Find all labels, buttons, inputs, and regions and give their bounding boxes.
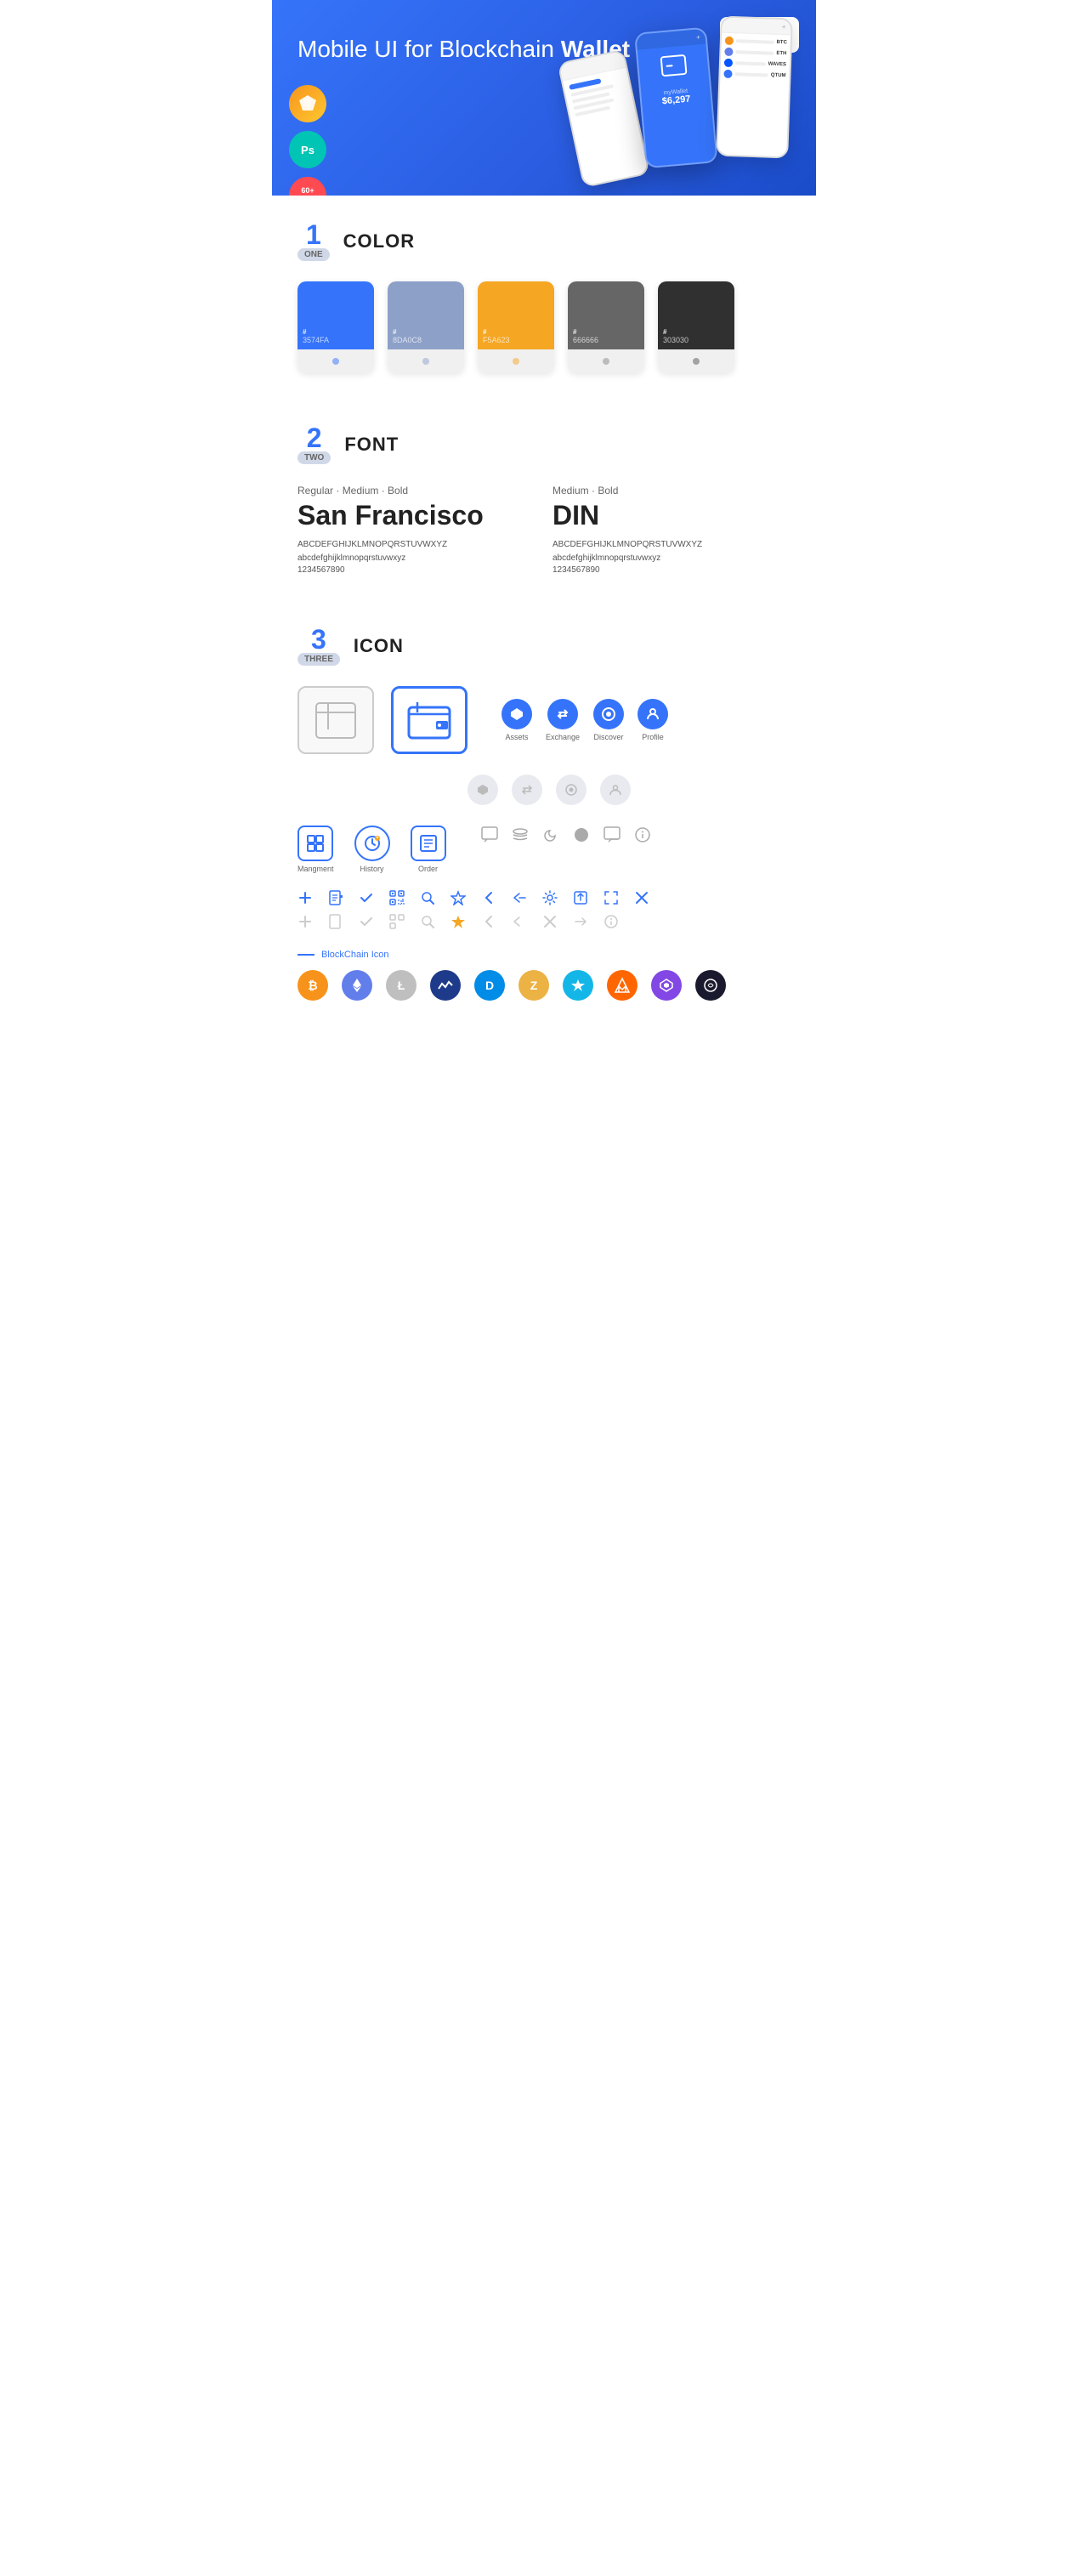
phone-1 xyxy=(558,49,650,188)
icon-section-header: 3 THREE ICON xyxy=(298,626,790,666)
zcash-icon: Z xyxy=(518,970,549,1001)
info-icon xyxy=(633,826,652,844)
waves-icon xyxy=(430,970,461,1001)
exchange-icon-gray xyxy=(512,775,542,805)
star-filled-icon xyxy=(450,914,466,929)
assets-icon-gray xyxy=(468,775,498,805)
stellar-icon xyxy=(563,970,593,1001)
document-icon xyxy=(328,890,343,905)
profile-icon xyxy=(638,699,668,729)
info-icon-gray xyxy=(604,914,619,929)
qr-icon-gray xyxy=(389,914,405,929)
layers-icon xyxy=(511,826,530,844)
screens-count-badge: 60+Screens xyxy=(289,177,326,196)
font-din: Medium · Bold DIN ABCDEFGHIJKLMNOPQRSTUV… xyxy=(552,485,790,575)
wallet-icon-filled xyxy=(391,686,468,754)
bitcoin-icon: ₿ xyxy=(298,970,328,1001)
chevron-left-icon-gray xyxy=(481,914,496,929)
nav-management: Mangment xyxy=(298,826,334,873)
bottom-nav-icons: Mangment History Order xyxy=(298,826,790,873)
document-icon-gray xyxy=(328,914,343,929)
share-icon xyxy=(512,890,527,905)
tool-icons-gray xyxy=(298,914,790,929)
discover-icon xyxy=(593,699,624,729)
sketch-icon xyxy=(289,85,326,122)
resize-icon xyxy=(604,890,619,905)
tool-badges: Ps 60+Screens xyxy=(289,85,326,196)
color-swatch-blue: # 3574FA xyxy=(298,281,374,373)
profile-icon-gray xyxy=(600,775,631,805)
hero-section: Mobile UI for Blockchain Wallet UI Kit P… xyxy=(272,0,816,196)
history-icon xyxy=(354,826,390,861)
exchange-icon xyxy=(547,699,578,729)
litecoin-icon: Ł xyxy=(386,970,416,1001)
font-section-num: 2 TWO xyxy=(298,424,331,464)
upload-icon xyxy=(573,890,588,905)
phone-mockups: + myWallet $6,297 + BTC xyxy=(564,17,790,157)
phone-3: + BTC ETH WAVES xyxy=(716,16,793,159)
color-swatches: # 3574FA # 8DA0C8 # F5A623 # 666666 xyxy=(298,281,790,373)
blockchain-label: BlockChain Icon xyxy=(298,950,790,960)
wallet-icon-row: Assets Exchange Discover P xyxy=(298,686,790,754)
crypto-icons: ₿ Ł D Z xyxy=(298,970,790,1001)
close-x-icon-gray xyxy=(542,914,558,929)
color-swatch-gray-blue: # 8DA0C8 xyxy=(388,281,464,373)
color-swatch-orange: # F5A623 xyxy=(478,281,554,373)
font-grid: Regular · Medium · Bold San Francisco AB… xyxy=(298,485,790,575)
color-swatch-dark: # 303030 xyxy=(658,281,734,373)
discover-icon-gray xyxy=(556,775,586,805)
chat-icon xyxy=(480,826,499,844)
settings-icon xyxy=(542,890,558,905)
star-icon xyxy=(450,890,466,905)
nav-icons-gray xyxy=(468,775,790,805)
check-icon xyxy=(359,890,374,905)
generic-coin-icon xyxy=(695,970,726,1001)
monero-icon xyxy=(607,970,638,1001)
search-icon xyxy=(420,890,435,905)
night-icon xyxy=(541,826,560,844)
chevron-left-icon xyxy=(481,890,496,905)
nav-profile: Profile xyxy=(638,699,668,741)
font-san-francisco: Regular · Medium · Bold San Francisco AB… xyxy=(298,485,536,575)
color-section-header: 1 ONE COLOR xyxy=(298,221,790,261)
close-icon xyxy=(634,890,649,905)
nav-history: History xyxy=(354,826,390,873)
nav-exchange: Exchange xyxy=(546,699,580,741)
search-icon-gray xyxy=(420,914,435,929)
plus-icon-gray xyxy=(298,914,313,929)
arrow-icon-gray xyxy=(573,914,588,929)
assets-icon xyxy=(502,699,532,729)
order-icon xyxy=(411,826,446,861)
wallet-icon-outline-1 xyxy=(298,686,374,754)
phone-2: + myWallet $6,297 xyxy=(634,27,718,169)
color-section-num: 1 ONE xyxy=(298,221,330,261)
nav-icons-colored: Assets Exchange Discover P xyxy=(502,699,668,741)
icon-section: 3 THREE ICON xyxy=(272,600,816,1052)
photoshop-icon: Ps xyxy=(289,131,326,168)
font-section-header: 2 TWO FONT xyxy=(298,424,790,464)
dash-icon: D xyxy=(474,970,505,1001)
color-section: 1 ONE COLOR # 3574FA # 8DA0C8 # F5A623 xyxy=(272,196,816,399)
circle-icon xyxy=(572,826,591,844)
check-icon-gray xyxy=(359,914,374,929)
color-swatch-medium-gray: # 666666 xyxy=(568,281,644,373)
management-icon xyxy=(298,826,333,861)
tool-icons-blue xyxy=(298,890,790,905)
qr-icon xyxy=(389,890,405,905)
font-section: 2 TWO FONT Regular · Medium · Bold San F… xyxy=(272,399,816,600)
plus-icon xyxy=(298,890,313,905)
polygon-icon xyxy=(651,970,682,1001)
icon-section-num: 3 THREE xyxy=(298,626,340,666)
nav-order: Order xyxy=(411,826,446,873)
nav-discover: Discover xyxy=(593,699,624,741)
ethereum-icon xyxy=(342,970,372,1001)
speech-icon xyxy=(603,826,621,844)
share-icon-gray xyxy=(512,914,527,929)
misc-icons xyxy=(480,826,652,844)
nav-assets: Assets xyxy=(502,699,532,741)
